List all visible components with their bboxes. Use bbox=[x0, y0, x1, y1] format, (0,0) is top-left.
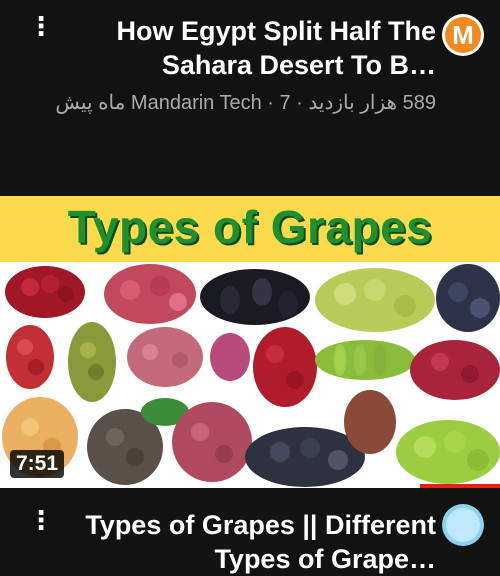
channel-avatar-letter: M bbox=[445, 17, 481, 53]
video-title[interactable]: Types of Grapes || Different Types of Gr… bbox=[16, 508, 436, 576]
grape-cluster-brown bbox=[344, 390, 396, 454]
video-meta: 589 هزار بازدید · Mandarin Tech · 7 ماه … bbox=[55, 92, 436, 114]
grape-cluster-magenta bbox=[210, 333, 250, 381]
grape-cluster-red-right bbox=[410, 340, 500, 400]
grape-cluster-rose bbox=[127, 327, 203, 387]
grape-cluster-green bbox=[315, 268, 435, 332]
duration-badge: 7:51 bbox=[10, 450, 65, 478]
grape-cluster-pink bbox=[104, 264, 196, 324]
video-title[interactable]: How Egypt Split Half The Sahara Desert T… bbox=[36, 14, 436, 82]
grape-cluster-black bbox=[200, 269, 310, 325]
grape-cluster-red bbox=[5, 266, 85, 318]
thumbnail-banner: Types of Grapes bbox=[0, 196, 500, 262]
grape-cluster-red-long bbox=[6, 325, 54, 389]
thumbnail-title: Types of Grapes bbox=[67, 201, 433, 253]
grape-cluster-pink-lower bbox=[172, 402, 252, 482]
grape-cluster-finger bbox=[315, 340, 415, 380]
grape-cluster-bronze bbox=[68, 322, 116, 402]
grape-cluster-blue bbox=[436, 264, 500, 332]
video-item-1[interactable]: ⋮ M How Egypt Split Half The Sahara Dese… bbox=[0, 0, 500, 196]
video-item-2[interactable]: ⋮ Types of Grapes || Different Types of … bbox=[0, 488, 500, 576]
channel-avatar[interactable] bbox=[442, 504, 484, 546]
grape-cluster-light-green bbox=[396, 420, 500, 484]
grape-cluster-crimson bbox=[253, 327, 317, 407]
video-thumbnail[interactable]: Types of Grapes 7:51 bbox=[0, 196, 500, 488]
channel-avatar[interactable]: M bbox=[442, 14, 484, 56]
channel-avatar-image bbox=[446, 508, 480, 542]
grapes-image bbox=[2, 264, 500, 487]
